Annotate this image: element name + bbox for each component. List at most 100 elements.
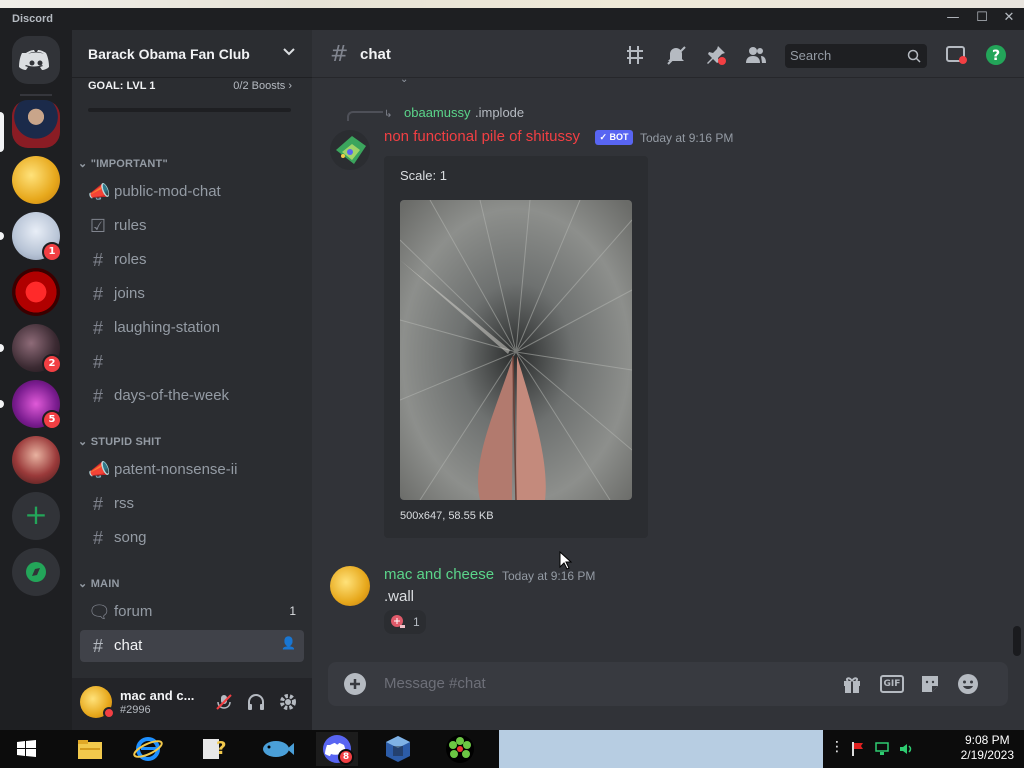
channel-label: public-mod-chat: [114, 183, 221, 200]
upload-button[interactable]: [344, 673, 366, 695]
avatar[interactable]: [330, 130, 370, 170]
embed: Scale: 1 500x647, 58.55 KB: [384, 156, 648, 538]
channel-label: roles: [114, 251, 147, 268]
forum-count: 1: [289, 604, 296, 618]
channel-forum[interactable]: 🗨 forum 1: [80, 596, 304, 628]
gear-icon[interactable]: [278, 692, 298, 712]
clock-time: 9:08 PM: [964, 733, 1010, 747]
mention-badge: 2: [42, 354, 62, 374]
maximize-icon[interactable]: ☐: [975, 11, 989, 25]
discord-taskbar-button[interactable]: 8: [316, 732, 358, 766]
emoji-icon[interactable]: [957, 673, 979, 695]
channel-roles[interactable]: # roles: [80, 244, 304, 276]
channel-label: chat: [114, 637, 143, 654]
system-clock[interactable]: 9:08 PM 2/19/2023: [961, 733, 1014, 763]
avatar[interactable]: [330, 566, 370, 606]
close-icon[interactable]: ✕: [1002, 11, 1016, 25]
discord-logo-icon: [19, 50, 49, 70]
message-composer[interactable]: Message #chat GIF: [328, 662, 1008, 706]
app-title: Discord: [12, 13, 53, 25]
help-app-icon[interactable]: ?: [192, 732, 232, 766]
reply-text[interactable]: .implode: [475, 105, 524, 120]
notification-muted-icon[interactable]: [665, 44, 687, 66]
headphones-icon[interactable]: [246, 692, 266, 712]
minimize-icon[interactable]: —: [946, 11, 960, 25]
search-input[interactable]: Search: [785, 44, 927, 68]
channel-laughing-station[interactable]: # laughing-station: [80, 312, 304, 344]
message-author[interactable]: mac and cheese: [384, 566, 494, 583]
bot-badge: ✓ BOT: [595, 130, 633, 145]
server-icon-macaroni[interactable]: [12, 156, 60, 204]
virtualbox-icon[interactable]: [378, 732, 418, 766]
sticker-icon[interactable]: [919, 673, 941, 695]
forum-icon: 🗨: [88, 602, 111, 622]
active-window-thumbnail[interactable]: [499, 730, 823, 768]
unread-pill: [0, 344, 4, 352]
server-icon-4[interactable]: [12, 268, 60, 316]
file-explorer-icon[interactable]: [70, 732, 110, 766]
fish-app-icon[interactable]: [256, 732, 296, 766]
category-stupid-shit[interactable]: ⌄ STUPID SHIT: [78, 435, 161, 448]
channel-song[interactable]: # song: [80, 522, 304, 554]
embed-image[interactable]: [400, 200, 632, 500]
message-author[interactable]: non functional pile of shitussy: [384, 128, 580, 145]
category-main[interactable]: ⌄ MAIN: [78, 577, 120, 590]
channel-joins[interactable]: # joins: [80, 278, 304, 310]
gif-button[interactable]: GIF: [880, 675, 904, 693]
reaction[interactable]: 1: [384, 610, 426, 634]
server-icon-7[interactable]: [12, 436, 60, 484]
mic-muted-icon[interactable]: [214, 692, 234, 712]
search-icon: [907, 49, 921, 63]
home-button[interactable]: [12, 36, 60, 84]
member-list-icon[interactable]: [745, 44, 767, 66]
discord-notification-badge: 8: [338, 749, 354, 765]
add-server-icon[interactable]: +: [12, 492, 60, 540]
category-label: MAIN: [90, 578, 120, 590]
scrollbar[interactable]: [1013, 626, 1021, 656]
message-timestamp: Today at 9:16 PM: [502, 569, 596, 583]
threads-icon[interactable]: [625, 44, 647, 66]
hash-icon: #: [92, 352, 103, 372]
message-timestamp: Today at 9:16 PM: [640, 131, 734, 145]
windows-start-icon[interactable]: [6, 732, 46, 766]
channel-label: rules: [114, 217, 147, 234]
channel-rss[interactable]: # rss: [80, 488, 304, 520]
channel-unnamed[interactable]: #: [80, 346, 304, 378]
rules-check-icon: ☑: [89, 216, 107, 236]
gift-icon[interactable]: [841, 673, 863, 695]
overflow-icon[interactable]: ⋮: [830, 739, 844, 755]
channel-public-mod-chat[interactable]: 📣 public-mod-chat: [80, 176, 304, 208]
category-important[interactable]: ⌄ "IMPORTANT": [78, 157, 168, 170]
bot-avatar-icon: [336, 136, 366, 164]
internet-explorer-icon[interactable]: [128, 732, 168, 766]
channel-patent-nonsense-ii[interactable]: 📣 patent-nonsense-ii: [80, 454, 304, 486]
help-icon[interactable]: ?: [985, 44, 1007, 66]
flag-icon[interactable]: [850, 741, 866, 757]
hash-icon: #: [92, 386, 103, 406]
icq-flower-icon[interactable]: [440, 732, 480, 766]
channel-title: chat: [360, 46, 391, 63]
channel-rules[interactable]: ☑ rules: [80, 210, 304, 242]
server-rail: 1 2 5 +: [0, 30, 72, 678]
explore-servers-icon[interactable]: [12, 548, 60, 596]
message-input[interactable]: Message #chat: [384, 675, 486, 692]
volume-icon[interactable]: [898, 741, 914, 757]
inbox-icon[interactable]: [945, 44, 967, 66]
mouse-cursor-icon: [559, 551, 573, 570]
desktop-strip: [0, 0, 1024, 8]
add-member-icon[interactable]: 👤: [281, 636, 296, 650]
channel-header: # chat Search ?: [312, 30, 1024, 78]
svg-text:?: ?: [992, 48, 1000, 64]
channel-label: rss: [114, 495, 134, 512]
boost-count[interactable]: 0/2 Boosts ›: [233, 80, 292, 92]
title-bar: Discord — ☐ ✕: [0, 0, 1024, 30]
reply-username[interactable]: obaamussy: [404, 105, 470, 120]
channel-days-of-the-week[interactable]: # days-of-the-week: [80, 380, 304, 412]
network-icon[interactable]: [874, 741, 890, 757]
unread-pill: [0, 400, 4, 408]
server-icon-obama[interactable]: [12, 100, 60, 148]
announcement-icon: 📣: [88, 182, 111, 202]
pin-icon[interactable]: [705, 44, 727, 66]
channel-chat[interactable]: # chat 👤: [80, 630, 304, 662]
server-header[interactable]: Barack Obama Fan Club: [72, 30, 312, 78]
